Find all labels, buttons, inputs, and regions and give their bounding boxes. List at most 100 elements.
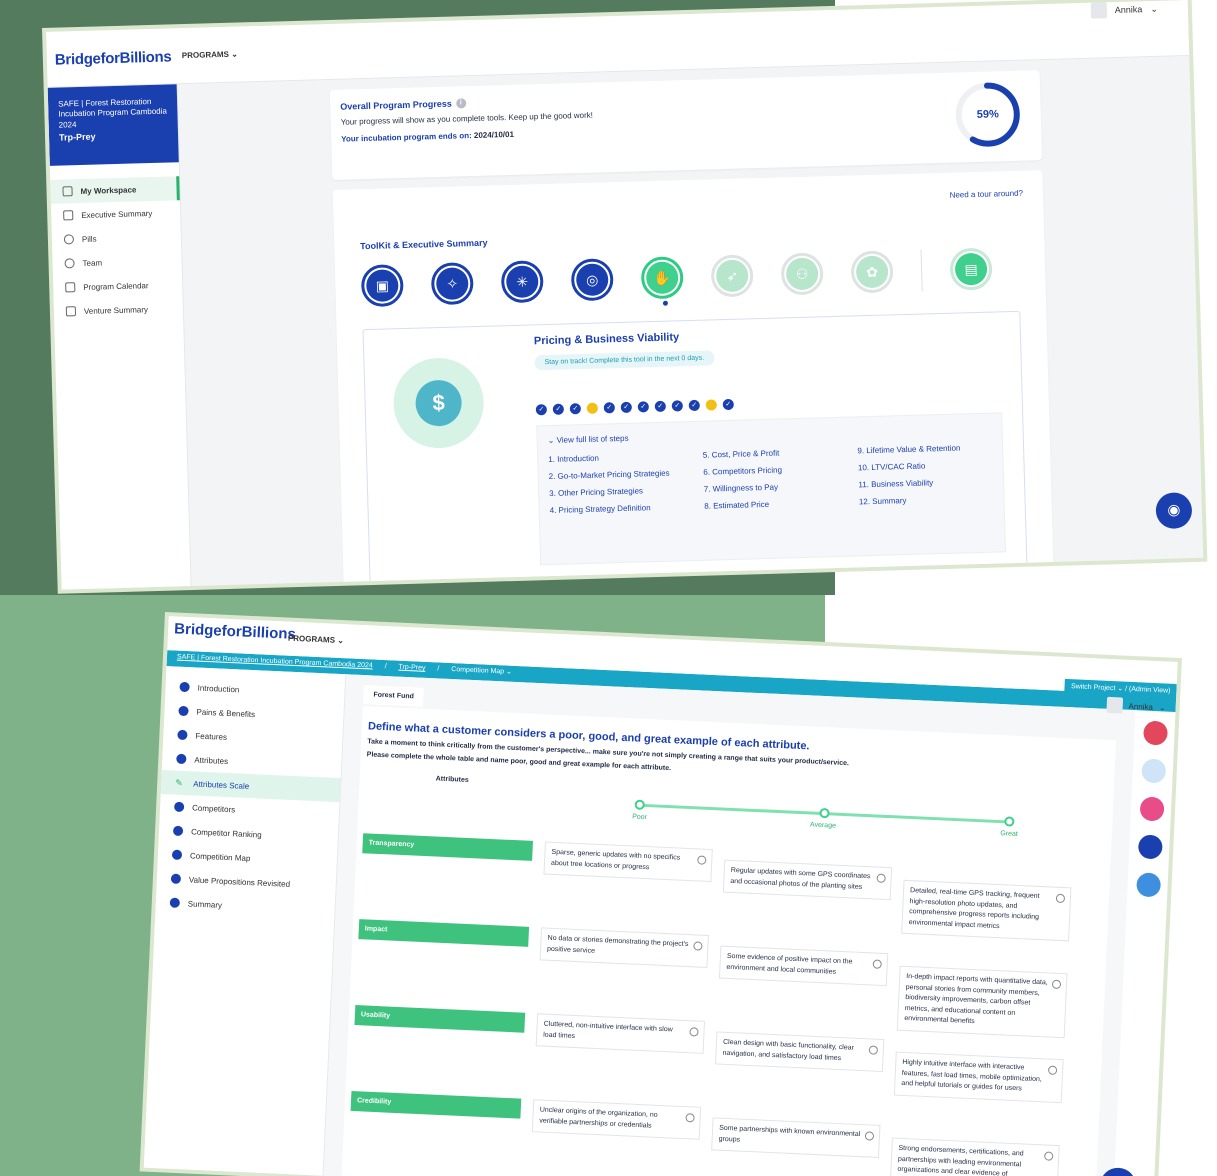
poor-example-field[interactable]: Sparse, generic updates with no specific… (543, 841, 713, 883)
sparkle-icon: ✳ (505, 265, 539, 299)
poor-example-field[interactable]: Cluttered, non-intuitive interface with … (535, 1013, 706, 1054)
step-done-dot[interactable]: ✓ (654, 400, 666, 413)
step-link[interactable]: 7. Willingness to Pay (704, 481, 839, 494)
book-icon[interactable] (1139, 796, 1165, 822)
sidebar-item-program-calendar[interactable]: Program Calendar (53, 272, 183, 300)
comment-icon[interactable] (1044, 1151, 1054, 1161)
step-link[interactable]: 9. Lifetime Value & Retention (857, 443, 992, 456)
check-icon (169, 897, 181, 908)
great-example-field[interactable]: Detailed, real-time GPS tracking, freque… (901, 879, 1072, 942)
comment-icon[interactable] (693, 941, 703, 951)
user-menu[interactable]: Annika ⌄ (1106, 696, 1166, 716)
attribute-label: Impact (358, 919, 530, 947)
user-menu[interactable]: Annika ⌄ (1090, 1, 1158, 19)
comment-icon[interactable] (868, 1045, 879, 1055)
go-to-work-button[interactable]: GO TO WORK → (919, 567, 1008, 590)
step-link[interactable]: 8. Estimated Price (704, 498, 839, 511)
tool-target[interactable]: ◎ (570, 258, 614, 302)
step-link[interactable]: 12. Summary (859, 494, 994, 506)
average-example-field[interactable]: Regular updates with some GPS coordinate… (722, 859, 893, 901)
programs-menu[interactable]: PROGRAMS ⌄ (288, 634, 344, 646)
sidebar-item-my-workspace[interactable]: My Workspace (50, 176, 180, 204)
coins-illustration: $ (392, 356, 485, 450)
programs-menu[interactable]: PROGRAMS ⌄ (182, 50, 238, 61)
step-done-dot[interactable]: ✓ (603, 402, 615, 414)
tool-megaphone[interactable]: ➶ (710, 254, 754, 298)
sidebar-item-pills[interactable]: Pills (52, 224, 182, 252)
info-icon[interactable]: i (455, 98, 466, 109)
step-link[interactable]: 3. Other Pricing Strategies (549, 485, 684, 498)
step-link[interactable]: 4. Pricing Strategy Definition (550, 502, 685, 515)
tab-forest-fund[interactable]: Forest Fund (363, 685, 425, 707)
sidebar-item-executive-summary[interactable]: Executive Summary (51, 200, 181, 228)
question-icon[interactable] (1136, 872, 1162, 898)
program-box[interactable]: SAFE | Forest Restoration Incubation Pro… (47, 84, 179, 166)
poor-example-field[interactable]: No data or stories demonstrating the pro… (539, 927, 709, 968)
comment-icon[interactable] (1055, 893, 1066, 904)
tool-sparkle[interactable]: ✳ (500, 260, 544, 304)
tool-people[interactable]: ⚇ (780, 252, 824, 296)
brand-logo[interactable]: BridgeforBillions (174, 620, 296, 643)
step-link[interactable]: 6. Competitors Pricing (703, 464, 838, 477)
step-done-dot[interactable]: ✓ (552, 403, 564, 415)
document-icon (63, 210, 74, 221)
tool-pricing[interactable]: ✋ (640, 256, 684, 300)
tour-link[interactable]: Need a tour around? (950, 189, 1024, 200)
tool-plant[interactable]: ✿ (850, 250, 894, 294)
step-done-dot[interactable]: ✓ (688, 399, 700, 412)
tool-detail: $ Pricing & Business Viability Stay on t… (362, 310, 1029, 590)
sidebar-item-venture-summary[interactable]: Venture Summary (54, 296, 184, 324)
comment-icon[interactable] (872, 959, 882, 969)
step-done-dot[interactable]: ✓ (637, 401, 649, 413)
step-done-dot[interactable]: ✓ (535, 404, 548, 416)
step-done-dot[interactable]: ✓ (671, 400, 683, 412)
step-pending-dot[interactable] (586, 402, 598, 414)
scale-point-poor (634, 799, 645, 810)
comment-icon[interactable] (1051, 979, 1062, 990)
sidebar-item-label: Venture Summary (83, 304, 149, 316)
step-link[interactable]: 2. Go-to-Market Pricing Strategies (549, 468, 684, 481)
scale-point-great (1004, 816, 1015, 827)
breadcrumb-tool[interactable]: Competition Map (451, 666, 504, 675)
poor-example-field[interactable]: Unclear origins of the organization, no … (531, 1099, 702, 1140)
comment-icon[interactable] (876, 873, 886, 883)
comment-icon[interactable] (1047, 1065, 1058, 1075)
view-steps-toggle[interactable]: ⌄ View full list of steps (548, 424, 992, 445)
sidebar-item-label: Pills (81, 234, 97, 244)
step-link[interactable]: 5. Cost, Price & Profit (703, 447, 838, 460)
tool-rocket[interactable]: ✧ (430, 262, 474, 306)
scale-point-average (819, 807, 830, 819)
venture-name: Trp-Prey (58, 131, 96, 143)
step-link[interactable]: 1. Introduction (548, 451, 683, 464)
step-link[interactable]: 11. Business Viability (858, 477, 993, 489)
scale-label-poor: Poor (632, 813, 648, 822)
average-example-field[interactable]: Some evidence of positive impact on the … (718, 945, 889, 987)
average-example-field[interactable]: Clean design with basic functionality, c… (715, 1031, 885, 1073)
comment-icon[interactable] (685, 1113, 695, 1123)
graduation-cap-icon[interactable] (1137, 834, 1163, 860)
great-example-field[interactable]: In-depth impact reports with quantitativ… (896, 965, 1068, 1038)
mascot-icon[interactable] (1142, 720, 1169, 746)
comment-icon[interactable] (697, 855, 707, 865)
breadcrumb-venture[interactable]: Trp-Prey (398, 664, 425, 672)
step-done-dot[interactable]: ✓ (569, 403, 581, 415)
step-done-dot[interactable]: ✓ (722, 398, 734, 411)
tool-gift[interactable]: ▣ (360, 264, 404, 308)
brand-logo[interactable]: BridgeforBillions (55, 48, 172, 68)
step-done-dot[interactable]: ✓ (620, 401, 632, 413)
tool-executive-summary[interactable]: ▤ (949, 247, 993, 291)
help-rail (1133, 720, 1171, 898)
step-pending-dot[interactable] (705, 399, 717, 411)
comment-icon[interactable] (864, 1131, 875, 1141)
average-example-field[interactable]: Some partnerships with known environment… (711, 1117, 881, 1158)
great-example-field[interactable]: Strong endorsements, certifications, and… (889, 1137, 1060, 1176)
step-progress: ✓ ✓ ✓ ✓ ✓ ✓ ✓ ✓ ✓ ✓ (535, 391, 1002, 416)
avatar (1106, 696, 1123, 714)
beta-icon[interactable] (1141, 758, 1167, 784)
chat-icon[interactable]: ◉ (1155, 492, 1193, 530)
step-link[interactable]: 10. LTV/CAC Ratio (858, 460, 993, 473)
user-name: Annika (1128, 701, 1154, 712)
comment-icon[interactable] (689, 1027, 699, 1037)
sidebar-item-team[interactable]: Team (52, 248, 182, 276)
great-example-field[interactable]: Highly intuitive interface with interact… (893, 1051, 1064, 1103)
